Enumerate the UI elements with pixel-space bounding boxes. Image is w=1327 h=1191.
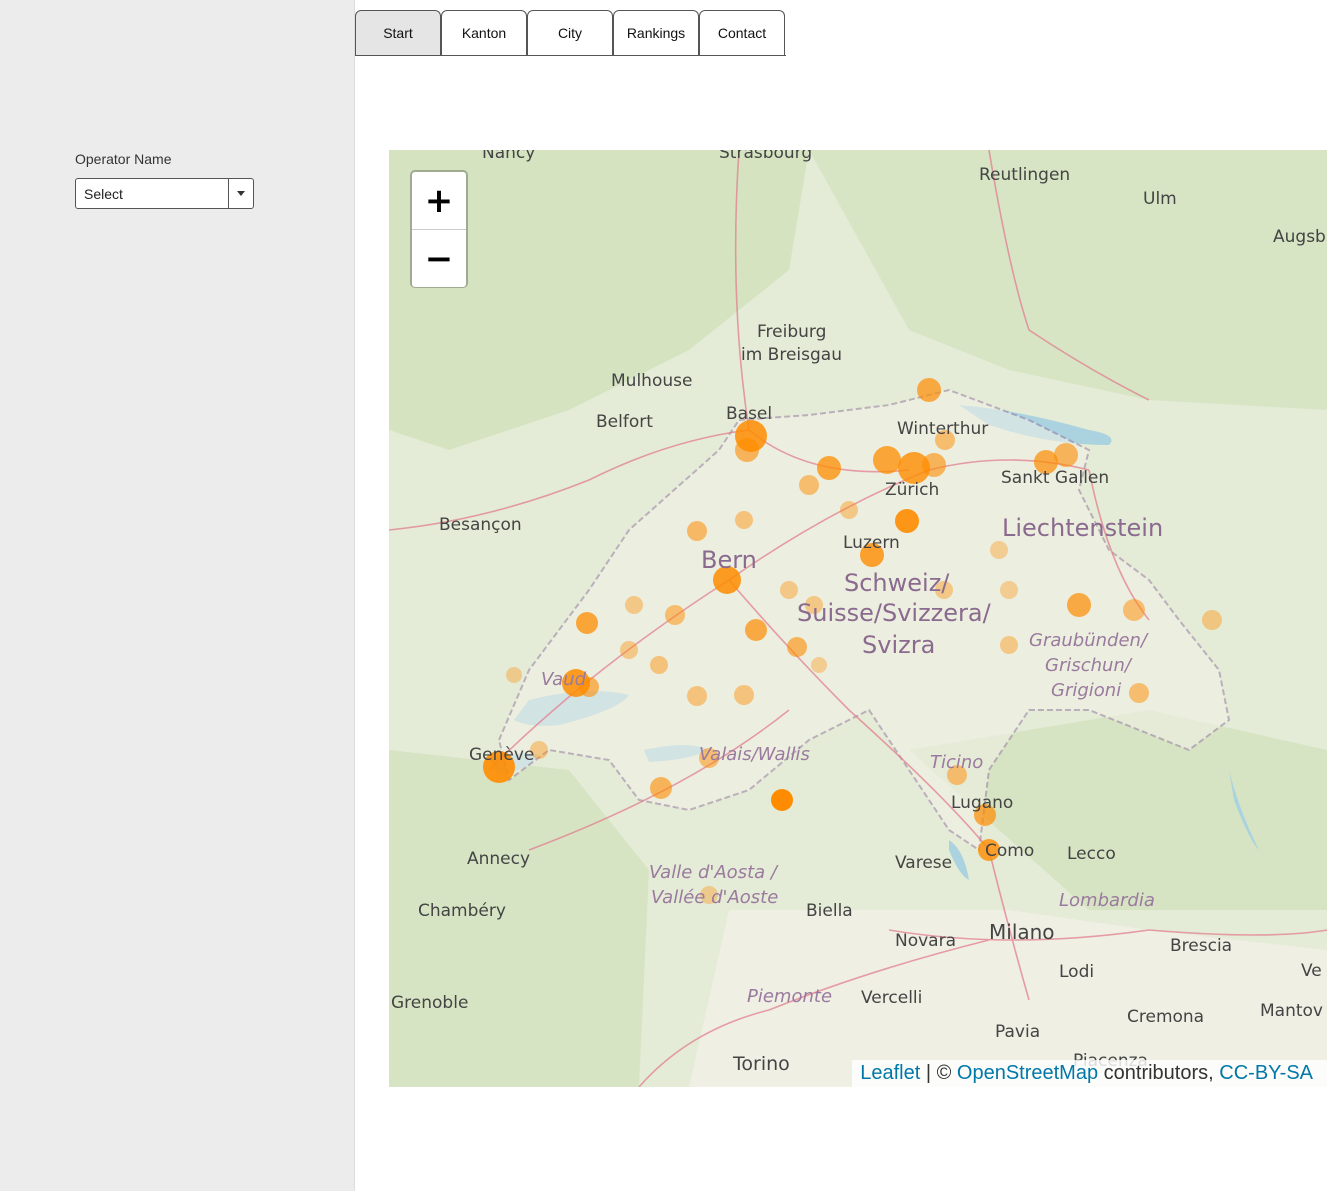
map-marker[interactable] (665, 605, 685, 625)
map-marker[interactable] (817, 456, 841, 480)
tab-divider (355, 55, 786, 56)
map-marker[interactable] (805, 596, 823, 614)
map-marker[interactable] (811, 657, 827, 673)
map-marker[interactable] (1067, 593, 1091, 617)
tab-kanton[interactable]: Kanton (441, 10, 527, 55)
chevron-down-icon (237, 191, 245, 196)
map-marker[interactable] (922, 453, 946, 477)
map-marker[interactable] (734, 685, 754, 705)
map-marker[interactable] (687, 686, 707, 706)
map-marker[interactable] (530, 741, 548, 759)
map-marker[interactable] (576, 612, 598, 634)
sidebar: Operator Name Select (0, 0, 355, 1191)
map-marker[interactable] (860, 543, 884, 567)
map-marker[interactable] (620, 641, 638, 659)
map-marker[interactable] (579, 677, 599, 697)
map-marker[interactable] (625, 596, 643, 614)
map-marker[interactable] (1000, 581, 1018, 599)
map-marker[interactable] (483, 751, 515, 783)
map-marker[interactable] (1054, 443, 1078, 467)
map-marker[interactable] (650, 656, 668, 674)
map-marker[interactable] (699, 748, 719, 768)
map-marker[interactable] (780, 581, 798, 599)
zoom-in-button[interactable]: + (412, 172, 466, 230)
map-marker[interactable] (873, 446, 901, 474)
tab-contact[interactable]: Contact (699, 10, 785, 55)
map-marker[interactable] (840, 501, 858, 519)
license-link[interactable]: CC-BY-SA (1219, 1062, 1313, 1085)
zoom-control: + − (410, 170, 468, 288)
tab-bar: Start Kanton City Rankings Contact (355, 10, 785, 56)
leaflet-map[interactable]: Nancy Strasbourg Reutlingen Ulm Augsb Fr… (389, 150, 1327, 1087)
map-marker[interactable] (735, 438, 759, 462)
map-marker[interactable] (687, 521, 707, 541)
operator-name-label: Operator Name (75, 151, 172, 167)
marker-layer (483, 378, 1222, 904)
operator-name-select[interactable]: Select (75, 178, 254, 209)
attribution-contributors: contributors, (1098, 1062, 1220, 1084)
zoom-out-button[interactable]: − (412, 230, 466, 287)
map-marker[interactable] (935, 581, 953, 599)
map-marker[interactable] (978, 839, 1000, 861)
map-attribution: Leaflet | © OpenStreetMap contributors, … (852, 1060, 1327, 1087)
map-marker[interactable] (895, 509, 919, 533)
map-marker[interactable] (974, 804, 996, 826)
map-marker[interactable] (713, 566, 741, 594)
operator-select-value: Select (84, 186, 123, 202)
map-marker[interactable] (1202, 610, 1222, 630)
map-marker[interactable] (935, 430, 955, 450)
map-marker[interactable] (1129, 683, 1149, 703)
map-marker[interactable] (700, 886, 718, 904)
map-marker[interactable] (799, 475, 819, 495)
tab-city[interactable]: City (527, 10, 613, 55)
map-marker[interactable] (990, 541, 1008, 559)
map-marker[interactable] (1123, 599, 1145, 621)
tab-rankings[interactable]: Rankings (613, 10, 699, 55)
map-marker[interactable] (506, 667, 522, 683)
map-marker[interactable] (650, 777, 672, 799)
openstreetmap-link[interactable]: OpenStreetMap (957, 1062, 1098, 1085)
dropdown-toggle[interactable] (228, 179, 253, 208)
leaflet-link[interactable]: Leaflet (860, 1062, 920, 1085)
map-marker[interactable] (1000, 636, 1018, 654)
map-marker[interactable] (917, 378, 941, 402)
map-marker[interactable] (787, 637, 807, 657)
map-marker[interactable] (771, 789, 793, 811)
map-marker[interactable] (735, 511, 753, 529)
attribution-separator: | © (920, 1062, 957, 1084)
tab-start[interactable]: Start (355, 10, 441, 55)
map-marker[interactable] (947, 765, 967, 785)
map-marker[interactable] (745, 619, 767, 641)
